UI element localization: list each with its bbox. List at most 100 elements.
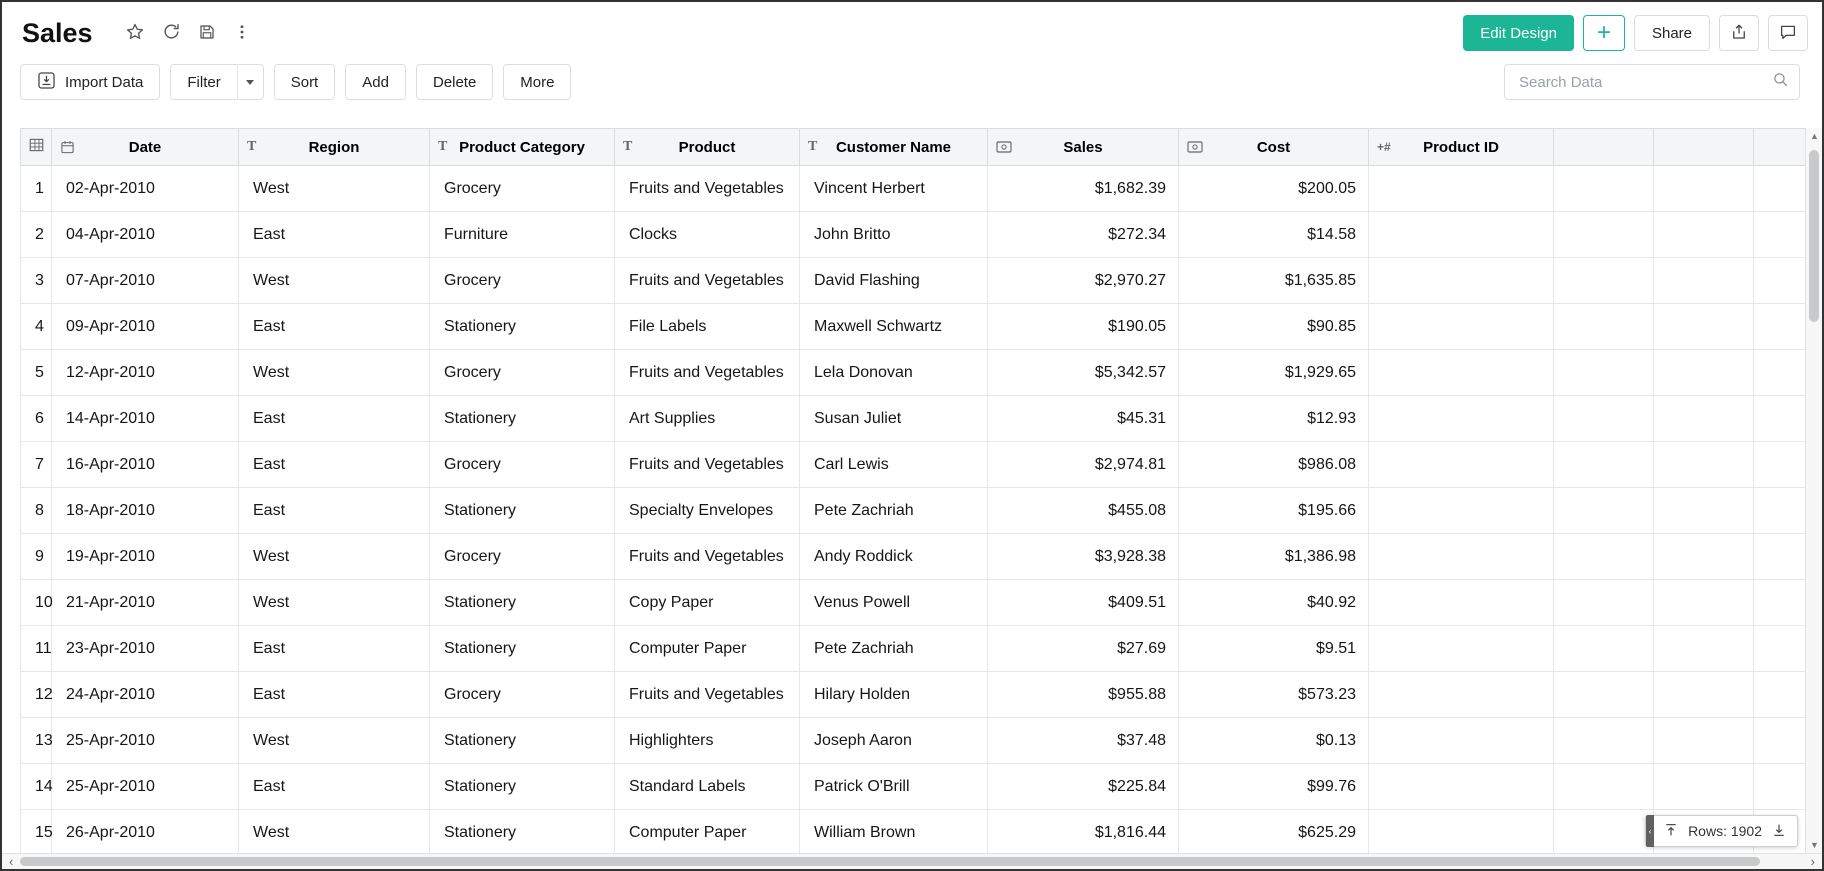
cell-empty[interactable] [1654,626,1754,672]
cell-empty[interactable] [1754,672,1806,718]
cell-region[interactable]: West [239,258,430,304]
cell-empty[interactable] [1754,212,1806,258]
cell-cost[interactable]: $1,386.98 [1179,534,1369,580]
cell-date[interactable]: 12-Apr-2010 [52,350,239,396]
cell-cost[interactable]: $1,929.65 [1179,350,1369,396]
cell-product-id[interactable] [1369,396,1554,442]
cell-product[interactable]: Computer Paper [615,810,800,854]
cell-cost[interactable]: $986.08 [1179,442,1369,488]
cell-product[interactable]: Fruits and Vegetables [615,442,800,488]
row-number[interactable]: 13 [21,718,52,764]
cell-cost[interactable]: $200.05 [1179,166,1369,212]
cell-date[interactable]: 09-Apr-2010 [52,304,239,350]
cell-cost[interactable]: $573.23 [1179,672,1369,718]
cell-cost[interactable]: $195.66 [1179,488,1369,534]
scroll-to-top-button[interactable] [1663,822,1679,841]
cell-empty[interactable] [1654,672,1754,718]
cell-date[interactable]: 16-Apr-2010 [52,442,239,488]
row-number[interactable]: 3 [21,258,52,304]
cell-date[interactable]: 14-Apr-2010 [52,396,239,442]
column-header-sales[interactable]: Sales [988,129,1179,166]
cell-customer-name[interactable]: Pete Zachriah [800,626,988,672]
cell-product-id[interactable] [1369,718,1554,764]
cell-sales[interactable]: $1,816.44 [988,810,1179,854]
cell-customer-name[interactable]: David Flashing [800,258,988,304]
scroll-left-button[interactable]: ‹ [4,854,18,869]
cell-sales[interactable]: $455.08 [988,488,1179,534]
cell-product-category[interactable]: Stationery [430,810,615,854]
cell-cost[interactable]: $99.76 [1179,764,1369,810]
cell-empty[interactable] [1654,166,1754,212]
column-header-product-id[interactable]: +# Product ID [1369,129,1554,166]
column-header-cost[interactable]: Cost [1179,129,1369,166]
row-number[interactable]: 6 [21,396,52,442]
cell-product[interactable]: Art Supplies [615,396,800,442]
column-header-customer-name[interactable]: T Customer Name [800,129,988,166]
sort-button[interactable]: Sort [274,64,336,100]
cell-product-id[interactable] [1369,350,1554,396]
scroll-right-button[interactable]: › [1806,854,1820,869]
cell-customer-name[interactable]: Andy Roddick [800,534,988,580]
row-number[interactable]: 14 [21,764,52,810]
cell-customer-name[interactable]: Pete Zachriah [800,488,988,534]
cell-cost[interactable]: $9.51 [1179,626,1369,672]
favorite-button[interactable] [125,22,145,45]
cell-product-category[interactable]: Grocery [430,166,615,212]
cell-empty[interactable] [1654,212,1754,258]
cell-sales[interactable]: $190.05 [988,304,1179,350]
cell-product[interactable]: Fruits and Vegetables [615,166,800,212]
column-header-empty[interactable] [1654,129,1754,166]
column-header-product[interactable]: T Product [615,129,800,166]
cell-sales[interactable]: $37.48 [988,718,1179,764]
cell-product-id[interactable] [1369,764,1554,810]
cell-date[interactable]: 21-Apr-2010 [52,580,239,626]
cell-product-category[interactable]: Stationery [430,580,615,626]
row-number[interactable]: 12 [21,672,52,718]
cell-empty[interactable] [1654,396,1754,442]
cell-customer-name[interactable]: Carl Lewis [800,442,988,488]
cell-product[interactable]: Standard Labels [615,764,800,810]
cell-empty[interactable] [1654,488,1754,534]
cell-empty[interactable] [1754,258,1806,304]
cell-region[interactable]: West [239,810,430,854]
cell-sales[interactable]: $955.88 [988,672,1179,718]
cell-region[interactable]: West [239,534,430,580]
cell-product-id[interactable] [1369,672,1554,718]
cell-region[interactable]: West [239,580,430,626]
cell-product-category[interactable]: Grocery [430,258,615,304]
cell-product-id[interactable] [1369,304,1554,350]
cell-region[interactable]: East [239,488,430,534]
cell-empty[interactable] [1754,626,1806,672]
cell-product-category[interactable]: Stationery [430,304,615,350]
save-button[interactable] [198,23,216,44]
cell-cost[interactable]: $625.29 [1179,810,1369,854]
cell-product-id[interactable] [1369,810,1554,854]
cell-empty[interactable] [1554,442,1654,488]
cell-empty[interactable] [1554,212,1654,258]
cell-product-category[interactable]: Stationery [430,396,615,442]
cell-empty[interactable] [1654,718,1754,764]
cell-empty[interactable] [1554,396,1654,442]
cell-empty[interactable] [1754,488,1806,534]
cell-customer-name[interactable]: John Britto [800,212,988,258]
cell-customer-name[interactable]: Joseph Aaron [800,718,988,764]
cell-customer-name[interactable]: Lela Donovan [800,350,988,396]
add-button[interactable]: Add [345,64,406,100]
cell-empty[interactable] [1754,350,1806,396]
cell-product-id[interactable] [1369,580,1554,626]
cell-product[interactable]: Copy Paper [615,580,800,626]
cell-product-category[interactable]: Stationery [430,718,615,764]
cell-region[interactable]: East [239,764,430,810]
cell-region[interactable]: East [239,396,430,442]
cell-product-id[interactable] [1369,166,1554,212]
cell-product-id[interactable] [1369,534,1554,580]
cell-customer-name[interactable]: Maxwell Schwartz [800,304,988,350]
cell-region[interactable]: East [239,304,430,350]
cell-product[interactable]: Highlighters [615,718,800,764]
cell-empty[interactable] [1754,442,1806,488]
row-number[interactable]: 10 [21,580,52,626]
cell-product[interactable]: Fruits and Vegetables [615,534,800,580]
cell-date[interactable]: 07-Apr-2010 [52,258,239,304]
cell-product[interactable]: Specialty Envelopes [615,488,800,534]
cell-product[interactable]: Clocks [615,212,800,258]
